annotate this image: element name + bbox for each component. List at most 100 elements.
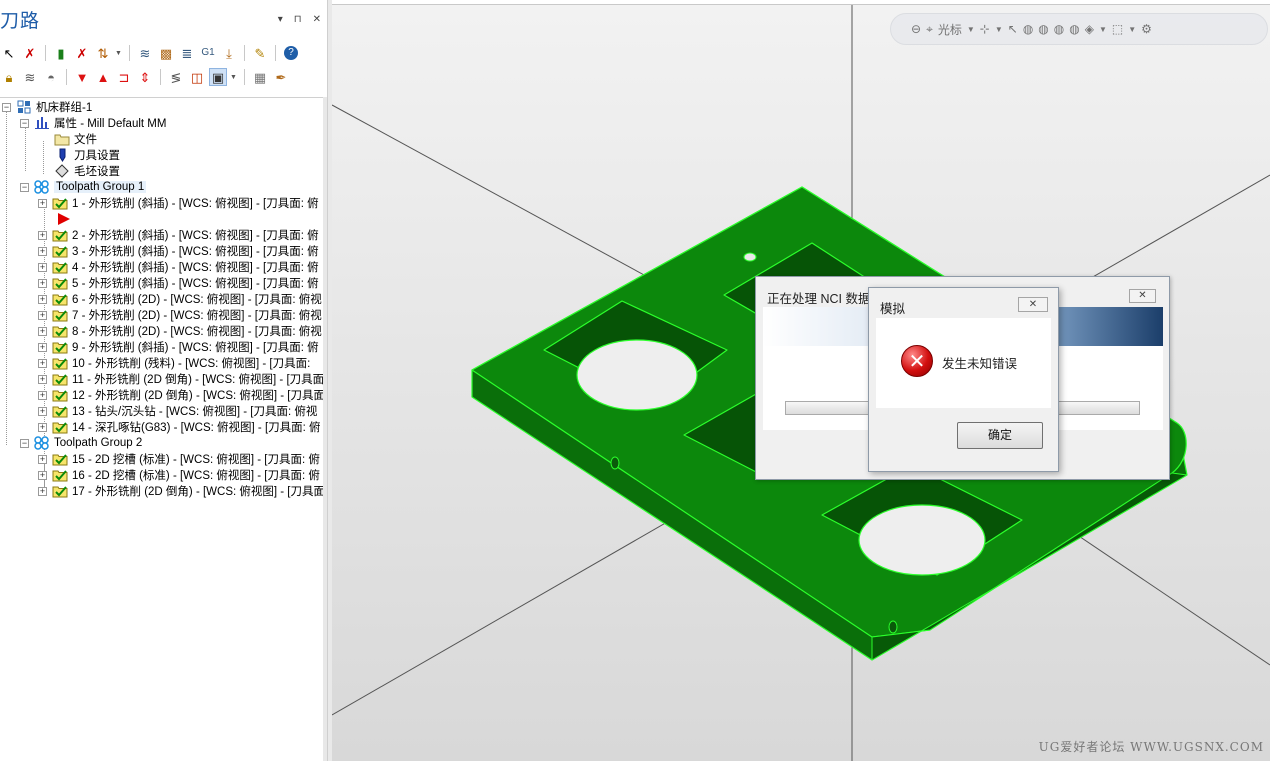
panel-menu-button[interactable]: ▾ xyxy=(278,14,283,25)
expand-icon[interactable]: + xyxy=(38,358,47,368)
expand-icon[interactable]: + xyxy=(38,262,47,272)
tree-item-operation[interactable]: +14 - 深孔啄钻(G83) - [WCS: 俯视图] - [刀具面: 俯 xyxy=(38,419,321,435)
post-selected-icon[interactable]: ⤓ xyxy=(220,44,238,62)
tree-item-operation[interactable]: +12 - 外形铣削 (2D 倒角) - [WCS: 俯视图] - [刀具面 xyxy=(38,387,324,403)
tree-item-tool-settings[interactable]: 刀具设置 xyxy=(54,147,120,163)
panel-pin-button[interactable]: ⊓ xyxy=(294,14,302,25)
hole-4 xyxy=(858,504,986,576)
expand-icon[interactable]: + xyxy=(38,342,47,352)
expand-icon[interactable]: + xyxy=(38,406,47,416)
regen-ops-icon[interactable]: ▮ xyxy=(52,44,70,62)
panel-close-button[interactable]: ✕ xyxy=(313,14,321,25)
move-down-icon[interactable]: ▼ xyxy=(73,68,91,86)
regen-dirty-icon[interactable]: ✗ xyxy=(73,44,91,62)
selection-settings-icon[interactable]: ⚙ xyxy=(1141,22,1152,36)
tree-item-operation[interactable]: +3 - 外形铣削 (斜插) - [WCS: 俯视图] - [刀具面: 俯 xyxy=(38,243,319,259)
tree-item-toolpath-group-2[interactable]: − Toolpath Group 2 xyxy=(20,435,142,451)
lock-icon[interactable]: ⊖ xyxy=(911,22,921,36)
collapse-icon[interactable]: − xyxy=(20,182,29,192)
chevron-down-icon[interactable]: ▼ xyxy=(230,74,238,81)
toggle-display-icon[interactable]: ⇅ xyxy=(94,44,112,62)
tree-item-operation[interactable]: +5 - 外形铣削 (斜插) - [WCS: 俯视图] - [刀具面: 俯 xyxy=(38,275,319,291)
side-hole-2 xyxy=(888,620,898,634)
origin-icon[interactable]: ⊹ xyxy=(980,22,990,36)
move-up-icon[interactable]: ▲ xyxy=(94,68,112,86)
tree-item-operation[interactable]: +1 - 外形铣削 (斜插) - [WCS: 俯视图] - [刀具面: 俯 xyxy=(38,195,319,211)
edge-select-icon[interactable]: ◍ xyxy=(1054,22,1064,36)
tree-item-operation[interactable]: +9 - 外形铣削 (斜插) - [WCS: 俯视图] - [刀具面: 俯 xyxy=(38,339,319,355)
ok-button[interactable]: 确定 xyxy=(957,422,1043,449)
collapse-icon[interactable]: − xyxy=(20,438,29,448)
tree-item-operation[interactable]: +15 - 2D 挖槽 (标准) - [WCS: 俯视图] - [刀具面: 俯 xyxy=(38,451,320,467)
close-button[interactable]: ✕ xyxy=(1129,289,1156,303)
chevron-down-icon[interactable]: ▼ xyxy=(1128,25,1136,34)
face-select-icon[interactable]: ◍ xyxy=(1038,22,1048,36)
lock-icon[interactable]: 🔒︎ xyxy=(0,68,18,86)
chevron-down-icon[interactable]: ▼ xyxy=(1099,25,1107,34)
insert-arrow-marker[interactable] xyxy=(57,211,71,227)
wand-icon[interactable]: ✎ xyxy=(251,44,269,62)
close-button[interactable]: ✕ xyxy=(1018,297,1048,312)
expand-icon[interactable]: + xyxy=(38,374,47,384)
view-filter-icon[interactable]: ▣ xyxy=(209,68,227,86)
expand-icon[interactable]: + xyxy=(38,390,47,400)
expand-icon[interactable]: + xyxy=(38,326,47,336)
expand-icon[interactable]: + xyxy=(38,230,47,240)
verify-icon[interactable]: ▩ xyxy=(157,44,175,62)
expand-icon[interactable]: + xyxy=(38,486,47,496)
chevron-down-icon[interactable]: ▼ xyxy=(967,25,975,34)
tree-item-toolpath-group-1[interactable]: − Toolpath Group 1 xyxy=(20,179,147,195)
panel-controls: ▾ ⊓ ✕ xyxy=(278,14,321,25)
expand-icon[interactable]: + xyxy=(38,294,47,304)
expand-icon[interactable]: + xyxy=(38,278,47,288)
tree-item-operation[interactable]: +16 - 2D 挖槽 (标准) - [WCS: 俯视图] - [刀具面: 俯 xyxy=(38,467,320,483)
tool-settings-icon[interactable]: ✒ xyxy=(272,68,290,86)
operation-check-icon xyxy=(52,324,68,338)
expand-icon[interactable]: + xyxy=(38,422,47,432)
expand-icon[interactable]: + xyxy=(38,470,47,480)
tree-item-operation[interactable]: +4 - 外形铣削 (斜插) - [WCS: 俯视图] - [刀具面: 俯 xyxy=(38,259,319,275)
folder-icon xyxy=(54,132,70,146)
select-arrow-icon[interactable]: ↖ xyxy=(1008,22,1018,36)
ghost-icon[interactable]: ◓ xyxy=(42,68,60,86)
tree-item-operation[interactable]: +2 - 外形铣削 (斜插) - [WCS: 俯视图] - [刀具面: 俯 xyxy=(38,227,319,243)
tree-item-properties[interactable]: − 属性 - Mill Default MM xyxy=(20,115,166,131)
tree-item-operation[interactable]: +17 - 外形铣削 (2D 倒角) - [WCS: 俯视图] - [刀具面 xyxy=(38,483,324,499)
chevron-down-icon[interactable]: ▼ xyxy=(115,50,123,57)
toolpath-display-icon[interactable]: ≋ xyxy=(21,68,39,86)
tree-item-operation[interactable]: +10 - 外形铣削 (残料) - [WCS: 俯视图] - [刀具面: xyxy=(38,355,310,371)
operation-check-icon xyxy=(52,468,68,482)
move-both-icon[interactable]: ⇕ xyxy=(136,68,154,86)
expand-icon[interactable]: + xyxy=(38,454,47,464)
cursor-snap-icon[interactable]: ⌖ xyxy=(926,22,933,37)
filter-icon[interactable]: ⬚ xyxy=(1112,22,1123,36)
tree-item-operation[interactable]: +6 - 外形铣削 (2D) - [WCS: 俯视图] - [刀具面: 俯视 xyxy=(38,291,322,307)
expand-icon[interactable]: + xyxy=(38,246,47,256)
tree-item-operation[interactable]: +7 - 外形铣削 (2D) - [WCS: 俯视图] - [刀具面: 俯视 xyxy=(38,307,322,323)
select-all-ops-icon[interactable]: ↖ xyxy=(0,44,18,62)
help-icon[interactable]: ? xyxy=(282,44,300,62)
simulate-icon[interactable]: ≣ xyxy=(178,44,196,62)
toggle-toolpath-icon[interactable]: ≶ xyxy=(167,68,185,86)
deselect-ops-icon[interactable]: ✗ xyxy=(21,44,39,62)
expand-icon[interactable]: + xyxy=(38,310,47,320)
expand-icon[interactable]: + xyxy=(38,198,47,208)
collapse-icon[interactable]: − xyxy=(2,102,11,112)
tree-item-operation[interactable]: +13 - 钻头/沉头钻 - [WCS: 俯视图] - [刀具面: 俯视 xyxy=(38,403,317,419)
chevron-down-icon[interactable]: ▼ xyxy=(995,25,1003,34)
shaded-select-icon[interactable]: ◈ xyxy=(1085,22,1094,36)
g1-post-icon[interactable]: G1 xyxy=(199,44,217,62)
tree-item-operation[interactable]: +11 - 外形铣削 (2D 倒角) - [WCS: 俯视图] - [刀具面 xyxy=(38,371,324,387)
solid-select-icon[interactable]: ◍ xyxy=(1023,22,1033,36)
backplot-icon[interactable]: ≋ xyxy=(136,44,154,62)
collapse-icon[interactable]: − xyxy=(20,118,29,128)
tree-item-operation[interactable]: +8 - 外形铣削 (2D) - [WCS: 俯视图] - [刀具面: 俯视 xyxy=(38,323,322,339)
cursor-label[interactable]: 光标 xyxy=(938,21,962,38)
body-select-icon[interactable]: ◍ xyxy=(1069,22,1079,36)
stock-model-icon[interactable]: ◫ xyxy=(188,68,206,86)
tree-item-machine-group[interactable]: − 机床群组-1 xyxy=(2,99,92,115)
tree-item-files[interactable]: 文件 xyxy=(54,131,97,147)
machine-icon[interactable]: ▦ xyxy=(251,68,269,86)
insert-arrow-icon[interactable]: ⊐ xyxy=(115,68,133,86)
tree-item-stock-settings[interactable]: 毛坯设置 xyxy=(54,163,120,179)
